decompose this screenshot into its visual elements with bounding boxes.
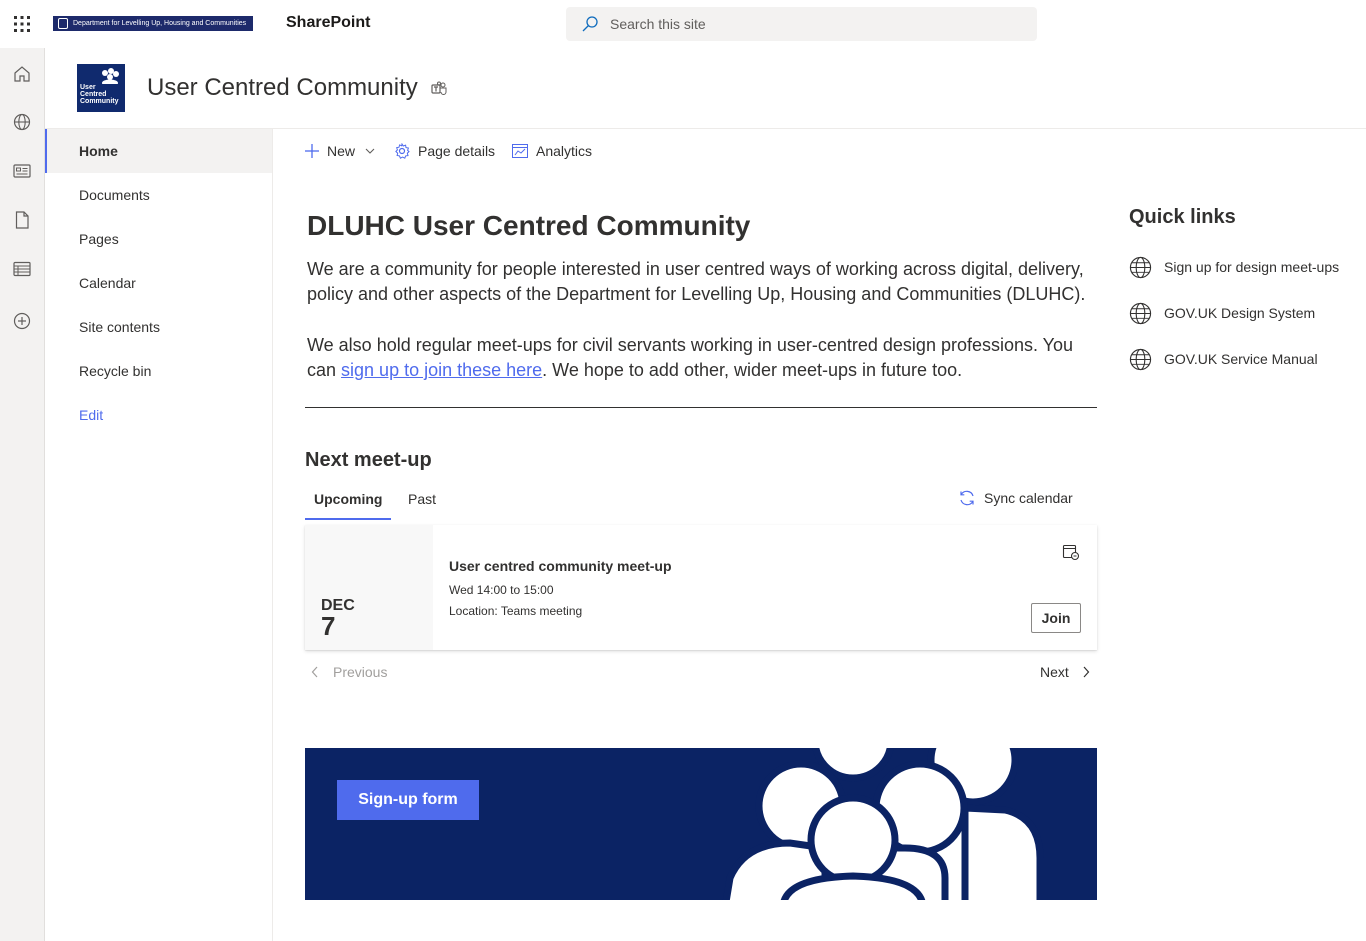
tab-past[interactable]: Past	[399, 486, 445, 520]
app-name[interactable]: SharePoint	[286, 14, 370, 32]
event-day: 7	[321, 611, 336, 641]
event-title[interactable]: User centred community meet-up	[449, 558, 672, 574]
plus-icon	[305, 144, 319, 158]
events-section-title: Next meet-up	[305, 449, 432, 471]
crest-icon	[58, 18, 68, 29]
search-placeholder: Search this site	[610, 16, 706, 32]
tab-upcoming[interactable]: Upcoming	[305, 486, 392, 520]
file-icon[interactable]	[0, 200, 44, 240]
command-bar: New Page details Analytics	[273, 129, 1366, 173]
nav-item-recycle-bin[interactable]: Recycle bin	[45, 349, 272, 393]
globe-icon	[1129, 348, 1152, 370]
chevron-left-icon	[311, 666, 318, 678]
nav-item-home[interactable]: Home	[45, 129, 272, 173]
event-time: Wed 14:00 to 15:00	[449, 583, 554, 597]
nav-item-pages[interactable]: Pages	[45, 217, 272, 261]
meetups-text-after: . We hope to add other, wider meet-ups i…	[542, 360, 963, 380]
home-icon[interactable]	[0, 54, 44, 94]
quick-link-label: Sign up for design meet-ups	[1164, 259, 1340, 275]
meetups-signup-link[interactable]: sign up to join these here	[341, 360, 542, 380]
site-logo[interactable]: User Centred Community	[77, 64, 125, 112]
app-rail	[0, 48, 45, 941]
search-icon	[582, 16, 598, 35]
site-navigation: Home Documents Pages Calendar Site conte…	[45, 129, 273, 941]
page-details-label: Page details	[418, 143, 496, 159]
sync-calendar-label: Sync calendar	[984, 490, 1073, 506]
app-launcher-icon[interactable]	[0, 0, 44, 48]
organization-logo[interactable]: Department for Levelling Up, Housing and…	[53, 16, 253, 31]
globe-icon	[1129, 256, 1152, 278]
people-illustration-icon	[722, 748, 1044, 900]
analytics-icon	[512, 144, 528, 158]
new-label: New	[327, 143, 356, 159]
quick-link-label: GOV.UK Design System	[1164, 305, 1316, 321]
people-icon	[102, 68, 119, 84]
event-location: Location: Teams meeting	[449, 604, 583, 618]
join-button[interactable]: Join	[1031, 603, 1081, 633]
chevron-down-icon	[365, 148, 375, 154]
site-logo-line-1: User	[80, 84, 96, 91]
signup-banner: Sign-up form	[305, 748, 1097, 900]
quick-link-design-system[interactable]: GOV.UK Design System	[1129, 299, 1315, 327]
add-to-calendar-icon[interactable]	[1062, 543, 1080, 566]
intro-paragraph: We are a community for people interested…	[307, 259, 1086, 304]
organization-name: Department for Levelling Up, Housing and…	[73, 20, 247, 27]
signup-form-button[interactable]: Sign-up form	[337, 780, 479, 820]
site-header: User Centred Community User Centred Comm…	[45, 48, 1366, 129]
analytics-button[interactable]: Analytics	[512, 129, 592, 173]
quick-links-title: Quick links	[1129, 206, 1236, 228]
sync-icon	[960, 490, 974, 506]
nav-item-documents[interactable]: Documents	[45, 173, 272, 217]
lists-icon[interactable]	[0, 249, 44, 289]
page-title: DLUHC User Centred Community	[307, 210, 751, 241]
globe-icon[interactable]	[0, 102, 44, 142]
search-box[interactable]: Search this site	[566, 7, 1037, 41]
previous-button[interactable]: Previous	[311, 664, 387, 680]
news-icon[interactable]	[0, 151, 44, 191]
site-logo-line-2: Centred	[80, 91, 107, 98]
gear-icon	[395, 143, 410, 159]
event-card[interactable]: DEC 7 User centred community meet-up Wed…	[305, 525, 1097, 650]
nav-item-site-contents[interactable]: Site contents	[45, 305, 272, 349]
previous-label: Previous	[333, 664, 388, 680]
next-label: Next	[1040, 664, 1069, 680]
globe-icon	[1129, 302, 1152, 324]
nav-edit-link[interactable]: Edit	[45, 393, 272, 437]
site-title[interactable]: User Centred Community	[147, 74, 418, 102]
analytics-label: Analytics	[536, 143, 593, 159]
nav-item-calendar[interactable]: Calendar	[45, 261, 272, 305]
meetups-paragraph: We also hold regular meet-ups for civil …	[307, 333, 1097, 383]
quick-link-design-meetups[interactable]: Sign up for design meet-ups	[1129, 253, 1339, 281]
quick-link-service-manual[interactable]: GOV.UK Service Manual	[1129, 345, 1318, 373]
create-icon[interactable]	[0, 301, 44, 341]
site-logo-line-3: Community	[80, 98, 119, 105]
chevron-right-icon	[1083, 666, 1090, 678]
event-date-block: DEC 7	[305, 525, 433, 650]
teams-icon[interactable]	[431, 81, 447, 102]
page-details-button[interactable]: Page details	[394, 129, 495, 173]
next-button[interactable]: Next	[1040, 664, 1090, 680]
divider	[305, 407, 1097, 408]
new-button[interactable]: New	[305, 129, 375, 173]
suite-bar: Department for Levelling Up, Housing and…	[0, 0, 1366, 48]
quick-link-label: GOV.UK Service Manual	[1164, 351, 1318, 367]
sync-calendar-button[interactable]: Sync calendar	[958, 489, 1073, 507]
